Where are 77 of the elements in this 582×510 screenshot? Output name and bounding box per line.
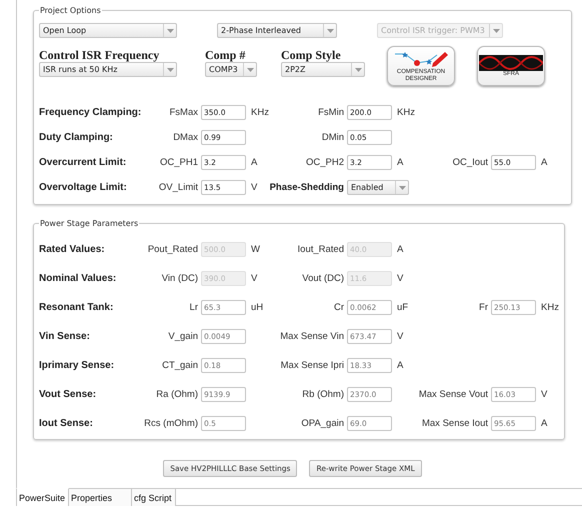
tab[interactable]: Properties xyxy=(69,489,132,506)
field-label: Iout_Rated xyxy=(296,244,345,255)
unit-label: A xyxy=(540,418,548,429)
caret-icon xyxy=(246,68,254,72)
field-label: OV_Limit xyxy=(158,182,199,193)
dropdown[interactable]: 2P2Z xyxy=(281,62,365,77)
field-label: Vout (DC) xyxy=(301,273,345,284)
field-label: Lr xyxy=(188,302,199,313)
row-heading: Vin Sense: xyxy=(39,331,91,342)
unit-label: KHz xyxy=(396,107,415,118)
selector-label: Control ISR Frequency xyxy=(39,48,160,62)
tab[interactable]: PowerSuite xyxy=(16,488,70,506)
unit-label: A xyxy=(396,157,404,168)
field-label: DMax xyxy=(172,132,199,143)
field-label: Vin (DC) xyxy=(160,273,199,284)
row-heading: Rated Values: xyxy=(39,244,106,255)
field-label: Max Sense Iout xyxy=(420,418,489,429)
field-label: Rb (Ohm) xyxy=(301,389,345,400)
dropdown[interactable]: 2-Phase Interleaved xyxy=(217,23,337,38)
unit-label: A xyxy=(250,157,258,168)
field-label: Max Sense Vin xyxy=(279,331,345,342)
field-label: OC_PH1 xyxy=(158,157,199,168)
unit-label: uH xyxy=(250,302,264,313)
field-label: Rcs (mOhm) xyxy=(143,418,199,429)
field-label: CT_gain xyxy=(161,360,199,371)
field-label: Max Sense Vout xyxy=(418,389,489,400)
field-label: Pout_Rated xyxy=(146,244,199,255)
unit-label: A xyxy=(396,244,404,255)
row-heading: Resonant Tank: xyxy=(39,302,114,313)
unit-label: V xyxy=(540,389,548,400)
caret-icon xyxy=(398,186,406,190)
row-heading: Overvoltage Limit: xyxy=(39,182,128,193)
unit-label: KHz xyxy=(540,302,557,313)
field-label: Phase-Shedding xyxy=(268,182,345,193)
unit-label: uF xyxy=(396,302,410,313)
field-label: Cr xyxy=(332,302,345,313)
dropdown[interactable]: ISR runs at 50 KHz xyxy=(39,62,177,77)
row-heading: Nominal Values: xyxy=(39,273,118,284)
field-label: V_gain xyxy=(167,331,199,342)
field-label: OC_Iout xyxy=(452,157,489,168)
unit-label: A xyxy=(396,360,404,371)
group-title: Project Options xyxy=(39,6,102,15)
caret-icon xyxy=(326,28,334,32)
group-title: Power Stage Parameters xyxy=(39,219,140,228)
unit-label: W xyxy=(250,244,261,255)
caret-icon xyxy=(354,68,362,72)
field-label: FsMin xyxy=(317,107,345,118)
unit-label: KHz xyxy=(250,107,267,118)
dropdown[interactable]: Open Loop xyxy=(39,23,177,38)
unit-label: V xyxy=(396,331,404,342)
field-label: OPA_gain xyxy=(300,418,345,429)
row-heading: Duty Clamping: xyxy=(39,132,114,143)
field-label: Ra (Ohm) xyxy=(155,389,199,400)
graph-pencil-icon xyxy=(393,49,449,69)
dropdown[interactable]: COMP3 xyxy=(205,62,257,77)
tab[interactable]: cfg Script xyxy=(132,489,176,506)
caret-icon xyxy=(166,28,174,32)
row-heading: Iprimary Sense: xyxy=(39,360,116,371)
field-label: DMin xyxy=(320,132,345,143)
field-label: Max Sense Ipri xyxy=(280,360,345,371)
selector-label: Comp Style xyxy=(281,48,342,62)
dropdown[interactable]: Enabled xyxy=(347,180,409,195)
row-heading: Iout Sense: xyxy=(39,418,94,429)
row-heading: Overcurrent Limit: xyxy=(39,157,128,168)
unit-label: V xyxy=(250,273,258,284)
caret-icon xyxy=(166,68,174,72)
field-label: OC_PH2 xyxy=(304,157,345,168)
selector-label: Comp # xyxy=(205,48,246,62)
unit-label: V xyxy=(396,273,404,284)
row-heading: Frequency Clamping: xyxy=(39,107,142,118)
caret-icon xyxy=(492,28,500,32)
field-label: FsMax xyxy=(168,107,199,118)
unit-label: V xyxy=(250,182,258,193)
unit-label: A xyxy=(540,157,548,168)
waveform-icon xyxy=(479,54,543,70)
field-label: Fr xyxy=(478,302,489,313)
row-heading: Vout Sense: xyxy=(39,389,98,400)
